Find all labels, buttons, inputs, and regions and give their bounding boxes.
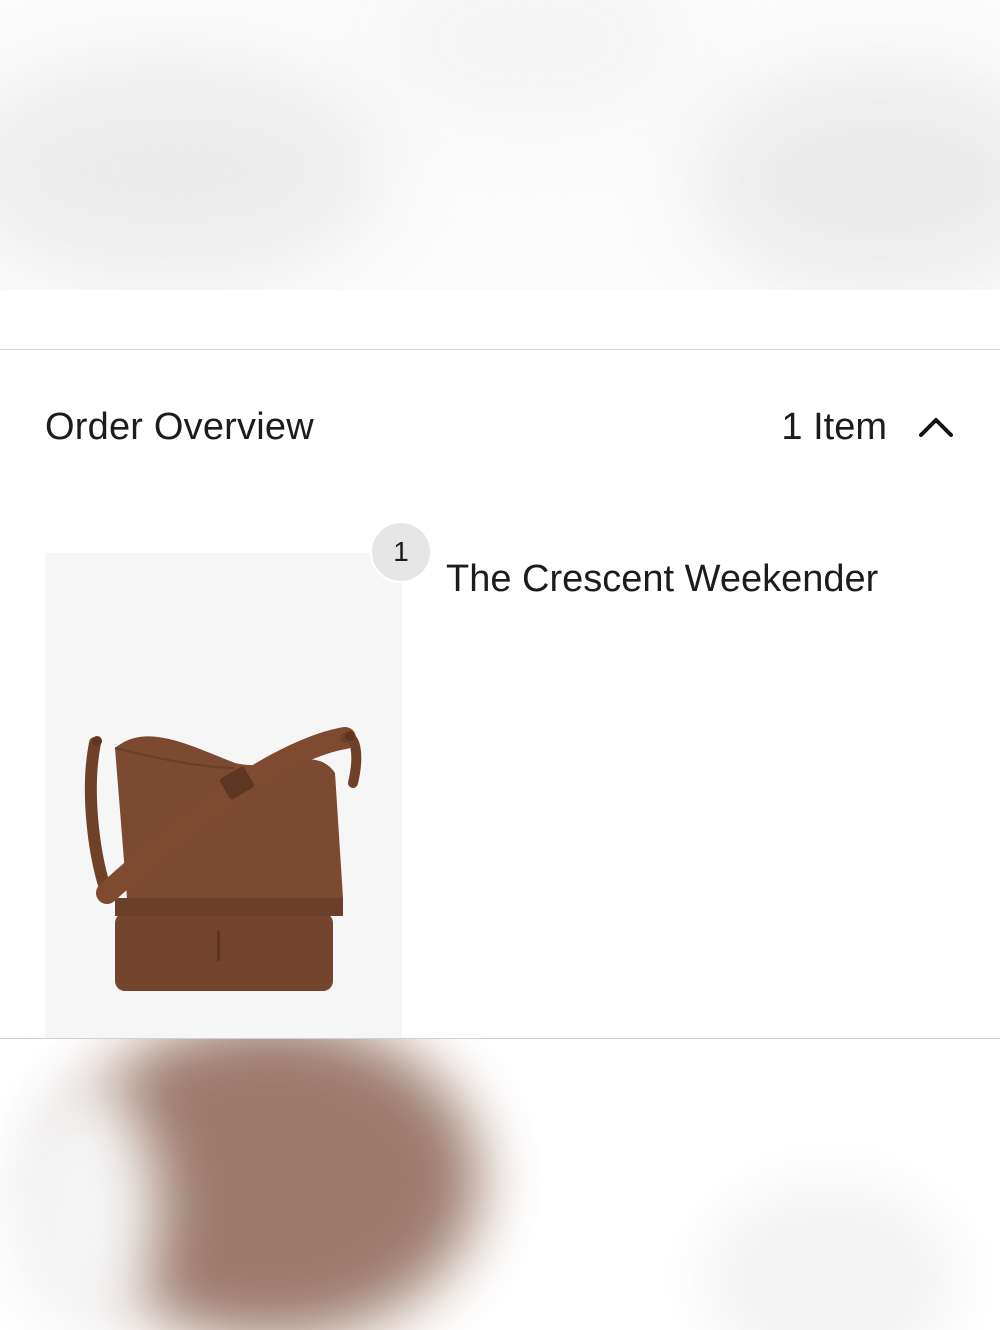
order-overview-header: Order Overview 1 Item [45,395,955,459]
product-name: The Crescent Weekender [446,558,879,600]
order-overview-toggle[interactable]: 1 Item [781,406,955,449]
checkout-page: Order Overview 1 Item 1 The Crescent Wee… [0,0,1000,1330]
order-overview-title: Order Overview [45,405,314,448]
quantity-badge: 1 [370,521,432,583]
section-divider [0,349,1000,350]
product-image [45,553,402,1053]
blurred-header-area [0,0,1000,290]
item-count: 1 Item [781,405,887,448]
blurred-footer-area [0,1039,1000,1330]
bag-illustration [84,727,362,991]
chevron-up-icon[interactable] [917,415,955,439]
